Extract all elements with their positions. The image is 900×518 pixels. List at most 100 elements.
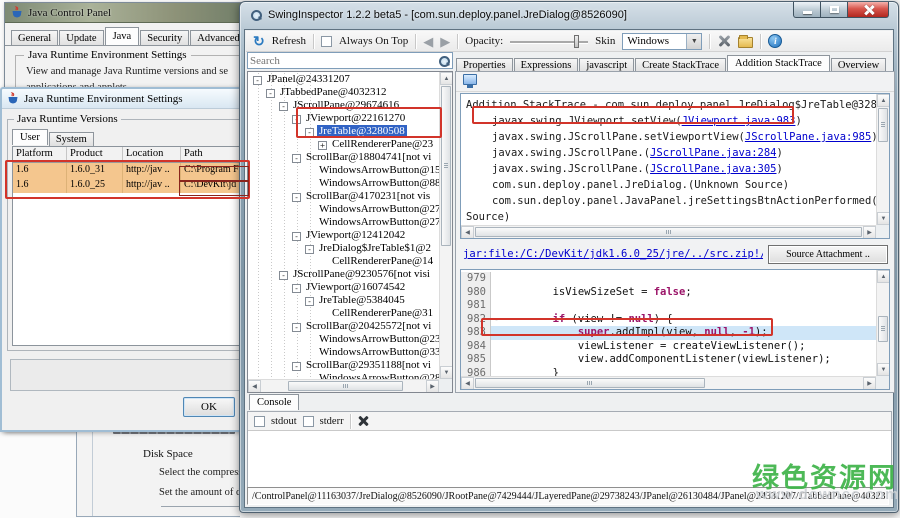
scroll-up-arrow[interactable]: ▲ <box>877 270 890 283</box>
tree-node[interactable]: -JPanel@24331207 <box>248 73 439 86</box>
scroll-left-arrow[interactable]: ◀ <box>248 380 261 393</box>
collapse-icon[interactable]: - <box>305 245 314 254</box>
tab-console[interactable]: Console <box>249 394 299 410</box>
search-icon[interactable] <box>438 55 450 67</box>
maximize-button[interactable] <box>820 2 848 18</box>
collapse-icon[interactable]: - <box>292 362 301 371</box>
tab-addition-stacktrace[interactable]: Addition StackTrace <box>727 55 830 71</box>
tree-node[interactable]: WindowsArrowButton@151 <box>248 164 439 177</box>
forward-button[interactable]: ▶ <box>440 35 450 48</box>
scroll-up-arrow[interactable]: ▲ <box>877 94 890 107</box>
jre-tab-system[interactable]: System <box>49 132 94 146</box>
collapse-icon[interactable]: - <box>279 102 288 111</box>
close-button[interactable] <box>847 2 889 18</box>
scroll-left-arrow[interactable]: ◀ <box>461 226 474 239</box>
stack-vertical-scrollbar[interactable]: ▲ ▼ <box>876 94 889 225</box>
collapse-icon[interactable]: - <box>305 297 314 306</box>
cp-tab-update[interactable]: Update <box>59 30 103 46</box>
scrollbar-thumb[interactable] <box>288 381 403 391</box>
tree-node[interactable]: WindowsArrowButton@277 <box>248 216 439 229</box>
search-input[interactable] <box>250 53 428 68</box>
stack-horizontal-scrollbar[interactable]: ◀ ▶ <box>461 225 876 238</box>
tree-node[interactable]: CellRendererPane@31 <box>248 307 439 320</box>
tree-node[interactable]: -JreTable@5384045 <box>248 294 439 307</box>
stdout-checkbox[interactable] <box>254 416 265 427</box>
tab-overview[interactable]: Overview <box>831 58 886 72</box>
skin-dropdown[interactable]: Windows ▼ <box>622 33 702 50</box>
scroll-down-arrow[interactable]: ▼ <box>877 212 890 225</box>
cp-tab-general[interactable]: General <box>11 30 58 46</box>
scroll-left-arrow[interactable]: ◀ <box>461 377 474 390</box>
scroll-up-arrow[interactable]: ▲ <box>440 72 453 85</box>
tree-node[interactable]: WindowsArrowButton@338 <box>248 346 439 359</box>
collapse-icon[interactable]: - <box>279 271 288 280</box>
back-button[interactable]: ◀ <box>423 35 433 48</box>
magnifier-icon <box>250 9 262 21</box>
tree-horizontal-scrollbar[interactable]: ◀ ▶ <box>248 379 439 392</box>
collapse-icon[interactable]: - <box>292 284 301 293</box>
cp-tab-java[interactable]: Java <box>105 27 140 45</box>
tree-node[interactable]: -JViewport@16074542 <box>248 281 439 294</box>
scrollbar-thumb[interactable] <box>475 378 705 388</box>
scroll-down-arrow[interactable]: ▼ <box>440 366 453 379</box>
tree-node[interactable]: -JTabbedPane@4032312 <box>248 86 439 99</box>
stacktrace-source-link[interactable]: JScrollPane.java:305 <box>650 163 776 175</box>
code-vertical-scrollbar[interactable]: ▲ ▼ <box>876 270 889 376</box>
tree-node[interactable]: CellRendererPane@14 <box>248 255 439 268</box>
tree-node[interactable]: -JScrollPane@9230576[not visi <box>248 268 439 281</box>
ok-button[interactable]: OK <box>183 397 235 417</box>
collapse-icon[interactable]: - <box>292 154 301 163</box>
stderr-label: stderr <box>320 416 344 427</box>
opacity-slider[interactable] <box>510 34 588 49</box>
stacktrace-source-link[interactable]: JScrollPane.java:284 <box>650 147 776 159</box>
scrollbar-thumb[interactable] <box>441 86 451 246</box>
tree-node[interactable]: WindowsArrowButton@888 <box>248 177 439 190</box>
minimize-button[interactable] <box>793 2 821 18</box>
info-icon[interactable] <box>768 34 782 48</box>
scroll-right-arrow[interactable]: ▶ <box>863 377 876 390</box>
tree-node[interactable]: WindowsArrowButton@271 <box>248 203 439 216</box>
collapse-icon[interactable]: - <box>253 76 262 85</box>
scroll-right-arrow[interactable]: ▶ <box>426 380 439 393</box>
scrollbar-thumb[interactable] <box>878 108 888 142</box>
slider-thumb[interactable] <box>574 35 579 48</box>
scroll-right-arrow[interactable]: ▶ <box>863 226 876 239</box>
collapse-icon[interactable]: - <box>292 232 301 241</box>
collapse-icon[interactable]: - <box>266 89 275 98</box>
monitor-icon[interactable] <box>463 74 477 85</box>
tree-node[interactable]: WindowsArrowButton@238 <box>248 333 439 346</box>
stacktrace-source-link[interactable]: JScrollPane.java:985 <box>745 131 871 143</box>
tab-javascript[interactable]: javascript <box>579 58 634 72</box>
always-on-top-checkbox[interactable] <box>321 36 332 47</box>
export-folder-icon[interactable] <box>738 37 753 48</box>
code-horizontal-scrollbar[interactable]: ◀ ▶ <box>461 376 876 389</box>
cp-titlebar[interactable]: Java Control Panel <box>5 3 249 23</box>
tree-node[interactable]: -ScrollBar@29351188[not vi <box>248 359 439 372</box>
cp-tab-security[interactable]: Security <box>140 30 189 46</box>
jre-tab-user[interactable]: User <box>12 129 48 145</box>
tree-node[interactable]: -JreDialog$JreTable$1@2 <box>248 242 439 255</box>
scroll-down-arrow[interactable]: ▼ <box>877 363 890 376</box>
tree-node[interactable]: +CellRendererPane@23 <box>248 138 439 151</box>
tree-node[interactable]: -JViewport@12412042 <box>248 229 439 242</box>
tab-expressions[interactable]: Expressions <box>514 58 579 72</box>
source-attachment-button[interactable]: Source Attachment .. <box>768 245 888 264</box>
scrollbar-thumb[interactable] <box>878 316 888 342</box>
chevron-down-icon[interactable]: ▼ <box>686 34 701 49</box>
stderr-checkbox[interactable] <box>303 416 314 427</box>
scrollbar-thumb[interactable] <box>475 227 862 237</box>
tree-node[interactable]: WindowsArrowButton@281 <box>248 372 439 379</box>
tab-create-stacktrace[interactable]: Create StackTrace <box>635 58 726 72</box>
collapse-icon[interactable]: - <box>292 323 301 332</box>
expand-icon[interactable]: + <box>318 141 327 150</box>
clear-console-icon[interactable] <box>357 415 369 427</box>
tab-properties[interactable]: Properties <box>456 58 513 72</box>
source-file-link[interactable]: jar:file:/C:/DevKit/jdk1.6.0_25/jre/../s… <box>463 248 763 260</box>
jre-titlebar[interactable]: Java Runtime Environment Settings <box>2 89 250 109</box>
tools-icon[interactable] <box>717 34 731 48</box>
tree-node[interactable]: -ScrollBar@4170231[not vis <box>248 190 439 203</box>
collapse-icon[interactable]: - <box>292 193 301 202</box>
tree-node[interactable]: -ScrollBar@20425572[not vi <box>248 320 439 333</box>
refresh-button[interactable]: Refresh <box>272 35 306 47</box>
tree-node[interactable]: -ScrollBar@18804741[not vi <box>248 151 439 164</box>
